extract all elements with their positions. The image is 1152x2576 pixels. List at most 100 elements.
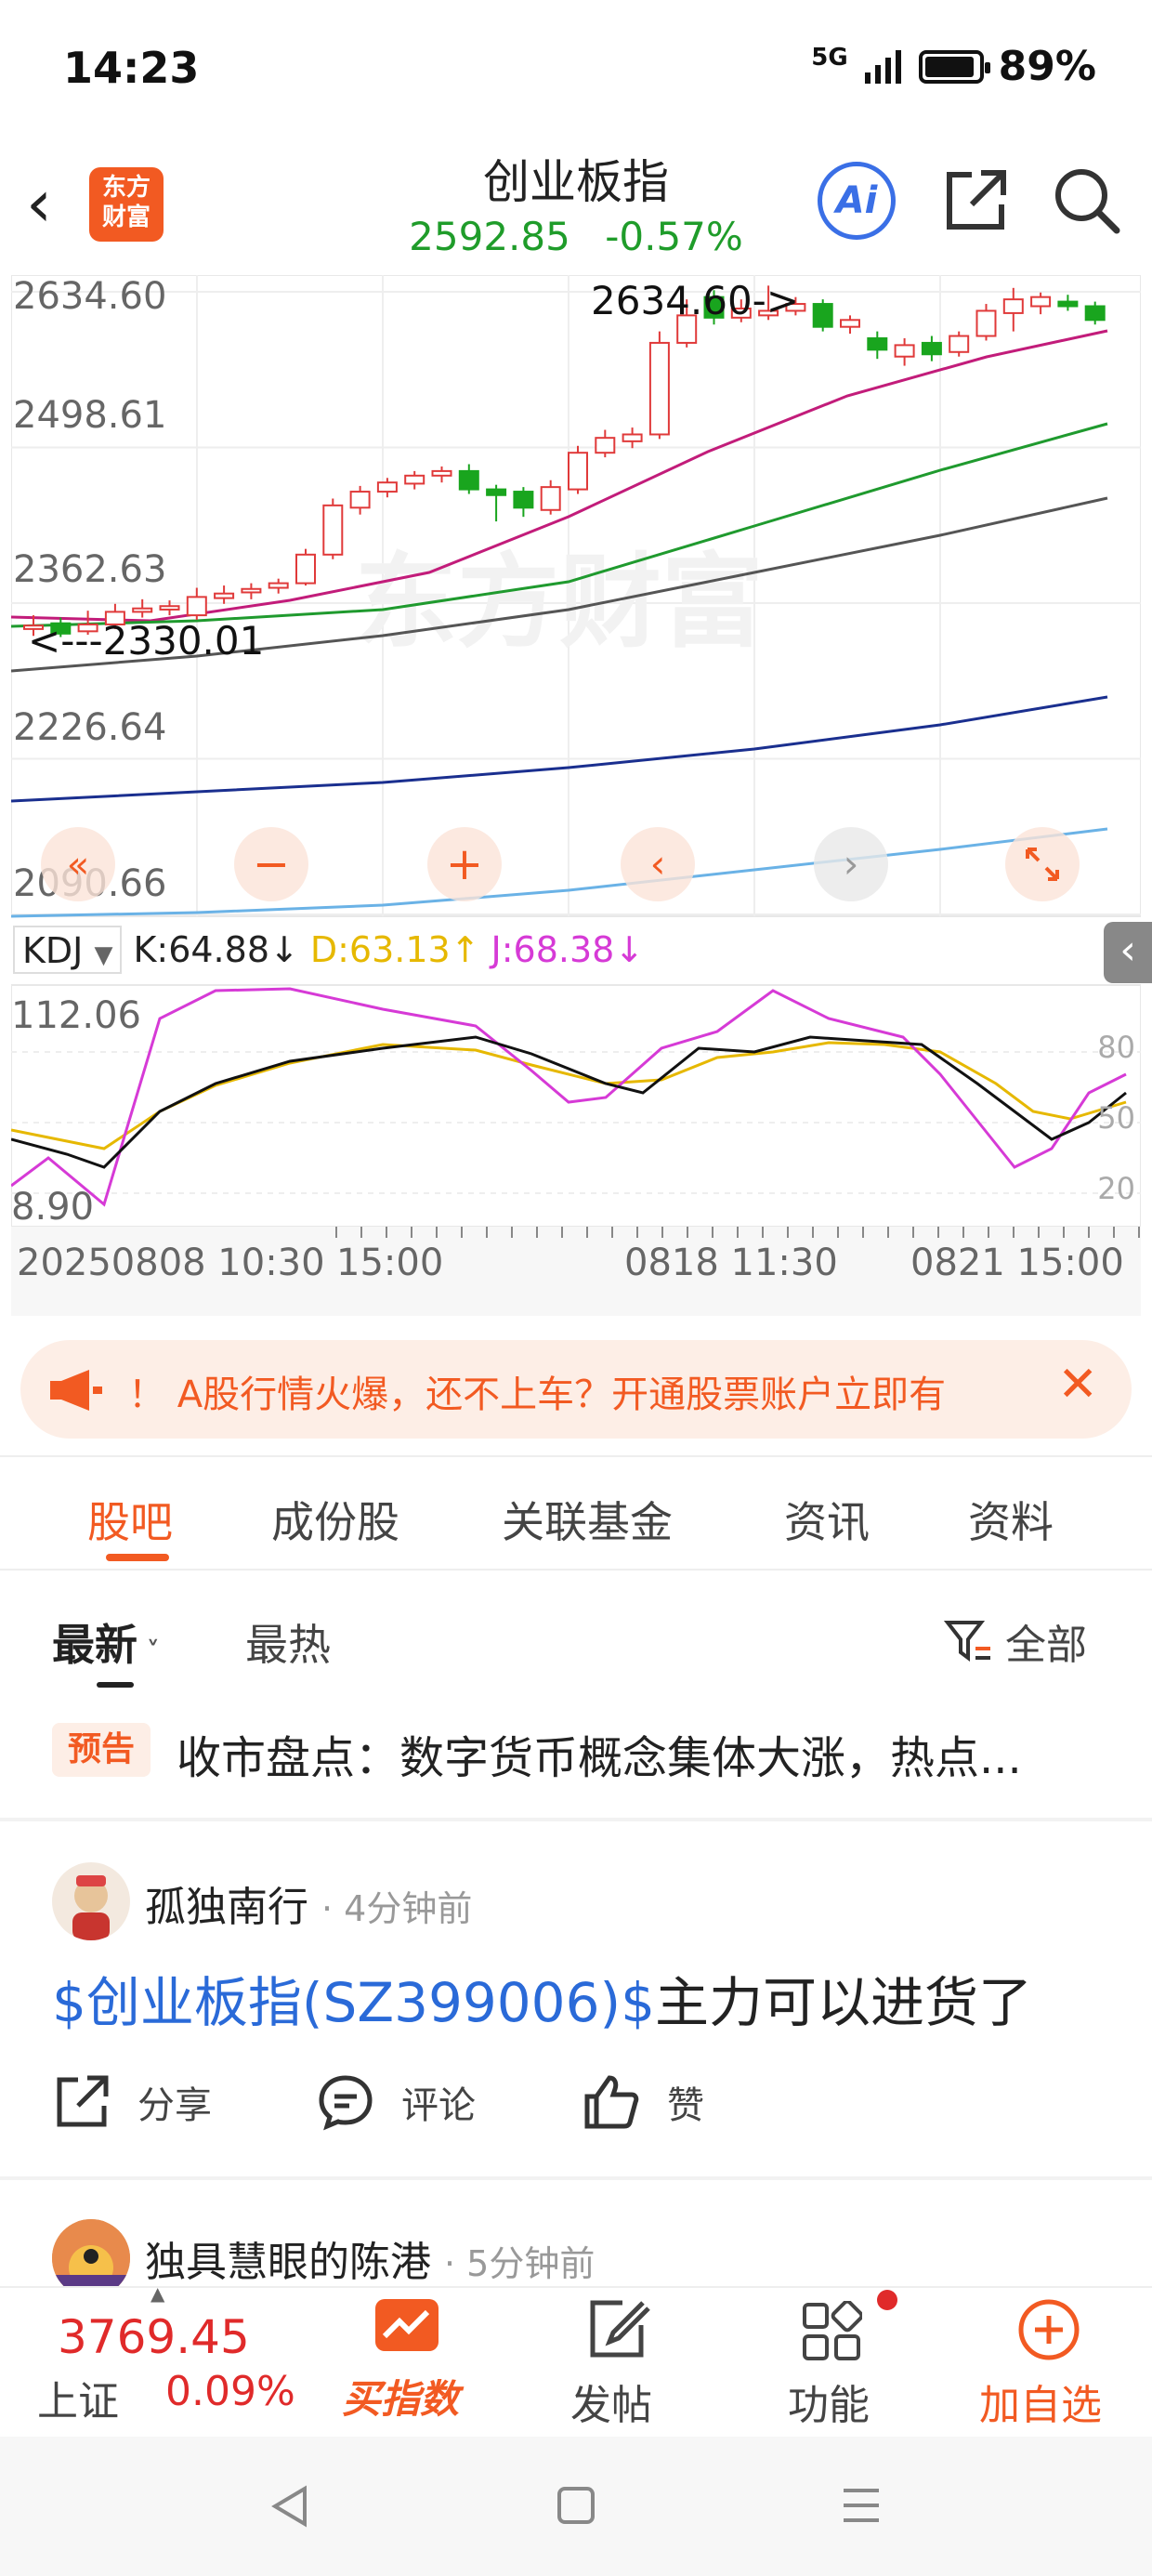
indicator-selector[interactable]: KDJ ▼ — [13, 926, 123, 974]
status-right: 5G 89% — [811, 43, 1096, 90]
svg-text:«: « — [67, 844, 89, 887]
buy-index-button[interactable]: 买指数 — [334, 2288, 474, 2438]
scroll-left-button[interactable]: ‹ — [621, 827, 695, 901]
comment-label: 评论 — [401, 2084, 476, 2127]
add-watchlist-button[interactable]: 加自选 — [970, 2288, 1128, 2438]
tab-news[interactable]: 资讯 — [784, 1489, 870, 1550]
svg-text:+: + — [446, 838, 483, 890]
scroll-left-fast-button[interactable]: « — [41, 827, 115, 901]
status-bar: 14:23 5G 89% — [0, 0, 1152, 139]
svg-text:−: − — [253, 838, 290, 890]
avatar[interactable] — [52, 2219, 130, 2286]
battery-icon — [918, 49, 990, 84]
share-action[interactable]: 分享 — [52, 2072, 212, 2132]
zoom-in-button[interactable]: + — [427, 827, 502, 901]
x-label-0818: 0818 11:30 — [624, 1242, 838, 1284]
nav-back-icon[interactable] — [268, 2483, 312, 2530]
tab-profile[interactable]: 资料 — [968, 1489, 1054, 1550]
system-nav-bar — [0, 2437, 1152, 2576]
fullscreen-button[interactable] — [1005, 827, 1080, 901]
nav-menu-icon[interactable] — [840, 2485, 883, 2526]
kdj-min-label: 8.90 — [11, 1186, 94, 1229]
comment-icon — [319, 2075, 373, 2131]
candle — [295, 548, 316, 586]
x-label-start: 20250808 10:30 — [17, 1242, 325, 1284]
signal-bars-icon — [864, 49, 901, 84]
kdj-level-50: 50 — [1097, 1100, 1135, 1136]
section-tabs: 股吧 成份股 关联基金 资讯 资料 — [0, 1455, 1152, 1571]
kdj-level-80: 80 — [1097, 1030, 1135, 1065]
sh-index-value: 3769.45 — [58, 2310, 250, 2364]
sh-index-change: 0.09% — [165, 2368, 295, 2415]
close-icon[interactable]: ✕ — [1057, 1360, 1098, 1409]
post-item[interactable]: 独具慧眼的陈港 · 5分钟前 — [0, 2180, 1152, 2286]
sh-index-name: 上证 — [37, 2378, 119, 2425]
scroll-right-button[interactable]: › — [814, 827, 888, 901]
search-icon[interactable] — [1050, 164, 1124, 238]
post-author[interactable]: 独具慧眼的陈港 · 5分钟前 — [145, 2228, 595, 2286]
high-annotation: 2634.60-> — [591, 278, 799, 323]
kline-chart[interactable]: 东方财富 2634.602498.612362.632226.642090.66… — [10, 274, 1152, 1316]
bottom-toolbar: ▲ 3769.45 上证 0.09% 买指数 发帖 功能 加自选 — [0, 2282, 1152, 2438]
zoom-out-button[interactable]: − — [234, 827, 308, 901]
notice-row[interactable]: 预告 收市盘点：数字货币概念集体大涨，热点... — [0, 1706, 1152, 1808]
megaphone-icon — [50, 1370, 102, 1411]
index-change: -0.57% — [605, 214, 743, 259]
share-icon[interactable] — [938, 164, 1013, 238]
functions-button[interactable]: 功能 — [767, 2288, 897, 2438]
tab-constituents[interactable]: 成份股 — [271, 1489, 399, 1550]
candle — [949, 331, 970, 357]
tab-guba[interactable]: 股吧 — [87, 1489, 173, 1550]
y-axis-label: 2362.63 — [13, 548, 166, 591]
filter-all-label: 全部 — [1005, 1622, 1087, 1669]
status-time: 14:23 — [63, 43, 200, 93]
comment-action[interactable]: 评论 — [316, 2072, 476, 2132]
sort-indicator — [97, 1682, 134, 1688]
buy-index-icon — [375, 2299, 439, 2351]
share-icon — [57, 2075, 109, 2127]
kdj-d-value: D:63.13↑ — [309, 929, 480, 970]
active-tab-indicator — [106, 1554, 169, 1561]
low-annotation: <---2330.01 — [28, 618, 264, 664]
promo-banner[interactable]: ！ A股行情火爆，还不上车？开通股票账户立即有 ✕ — [20, 1340, 1132, 1439]
kdj-j-value: J:68.38↓ — [491, 929, 645, 970]
candle — [568, 445, 588, 494]
kdj-level-20: 20 — [1097, 1171, 1135, 1206]
notification-dot — [877, 2290, 897, 2310]
candle — [812, 299, 833, 332]
edit-icon — [590, 2300, 650, 2358]
y-axis-label: 2226.64 — [13, 706, 166, 749]
like-action[interactable]: 赞 — [582, 2072, 704, 2132]
post-body[interactable]: $创业板指(SZ399006)$主力可以进货了 — [52, 1959, 1032, 2037]
post-text: 主力可以进货了 — [655, 1971, 1033, 2034]
side-panel-toggle[interactable]: ‹ — [1104, 922, 1152, 983]
thumbs-up-icon — [584, 2075, 639, 2129]
post-author-name: 独具慧眼的陈港 — [145, 2239, 431, 2286]
kline-svg: 东方财富 2634.602498.612362.632226.642090.66… — [10, 274, 1142, 1316]
sort-hot[interactable]: 最热 — [245, 1611, 331, 1673]
caret-up-icon: ▲ — [151, 2282, 165, 2305]
ai-assistant-button[interactable]: Ai — [818, 162, 896, 240]
post-stock-link[interactable]: $创业板指(SZ399006)$ — [52, 1971, 655, 2034]
candle — [322, 498, 344, 559]
post-label: 发帖 — [570, 2382, 652, 2429]
kdj-indicator-bar: KDJ ▼ K:64.88↓ D:63.13↑ J:68.38↓ — [13, 922, 644, 978]
battery-level: 89% — [998, 43, 1096, 90]
post-author[interactable]: 孤独南行 · 4分钟前 — [145, 1873, 472, 1933]
filter-all[interactable]: 全部 — [944, 1611, 1087, 1671]
sort-latest[interactable]: 最新 ˅ — [52, 1611, 160, 1673]
notice-tag: 预告 — [52, 1723, 151, 1777]
avatar[interactable] — [52, 1862, 130, 1940]
tab-related-funds[interactable]: 关联基金 — [502, 1489, 673, 1550]
kdj-k-value: K:64.88↓ — [133, 929, 299, 970]
like-label: 赞 — [667, 2084, 704, 2127]
header: ‹ 东方财富 创业板指 2592.85 -0.57% Ai — [0, 139, 1152, 269]
add-circle-icon — [1018, 2299, 1080, 2360]
post-button[interactable]: 发帖 — [554, 2288, 684, 2438]
share-label: 分享 — [137, 2084, 212, 2127]
nav-home-icon[interactable] — [556, 2485, 596, 2526]
svg-text:›: › — [844, 841, 859, 887]
svg-text:‹: ‹ — [650, 841, 666, 887]
post-item[interactable]: 孤独南行 · 4分钟前 $创业板指(SZ399006)$主力可以进货了 分享 评… — [0, 1821, 1152, 2175]
sh-index-widget[interactable]: ▲ 3769.45 上证 0.09% — [28, 2282, 307, 2438]
